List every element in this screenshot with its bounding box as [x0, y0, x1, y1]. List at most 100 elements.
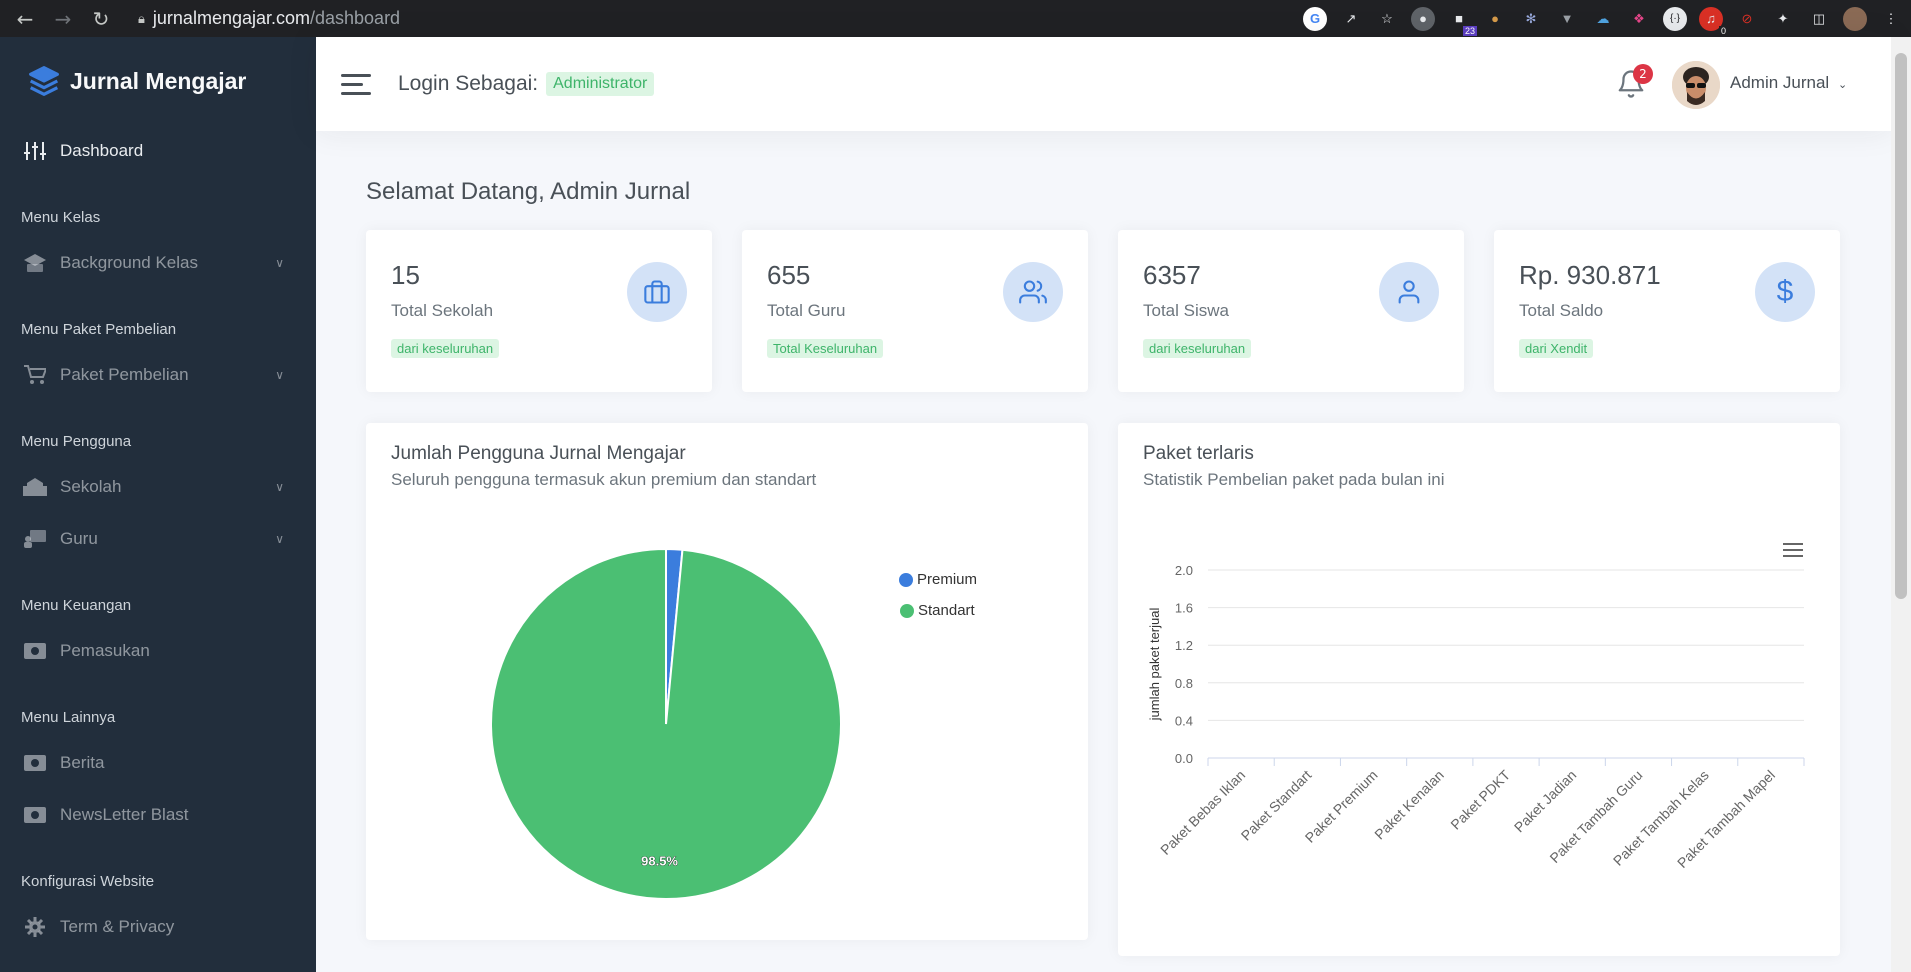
packages-chart-panel: Paket terlaris Statistik Pembelian paket… [1118, 423, 1840, 956]
sidebar-section-header: Konfigurasi Website [21, 873, 155, 890]
user-icon [1379, 262, 1439, 322]
stat-badge: dari Xendit [1519, 339, 1594, 358]
hidden-eye-extension-icon[interactable]: ⊘ [1735, 7, 1759, 31]
bookmark-star-icon[interactable]: ☆ [1375, 7, 1399, 31]
lock-icon[interactable]: 🔒︎ [138, 11, 145, 27]
money-icon [22, 643, 48, 659]
notification-count-badge: 2 [1633, 64, 1653, 84]
hamburger-menu-icon[interactable] [1783, 543, 1803, 557]
cart-icon [22, 365, 48, 385]
extensions-bar: G ↗ ☆ ● ■ 23 ● ✻ ▼ ☁ ❖ {·} ♫ 0 ⊘ ✦ ◫ ⋮ [1303, 0, 1903, 37]
react-extension-icon[interactable]: ✻ [1519, 7, 1543, 31]
page-title: Selamat Datang, Admin Jurnal [366, 178, 691, 205]
pdf-badge: 0 [1718, 25, 1728, 36]
stat-card: 6357 Total Siswa dari keseluruhan [1118, 230, 1464, 392]
browser-toolbar: ← → ↻ 🔒︎ jurnalmengajar.com/dashboard G … [0, 0, 1911, 37]
chevron-down-icon: ∨ [275, 532, 284, 546]
legend-item-premium[interactable]: Premium [899, 571, 977, 588]
stat-card: 15 Total Sekolah dari keseluruhan [366, 230, 712, 392]
sidebar-section-header: Menu Lainnya [21, 709, 116, 726]
user-menu[interactable]: Admin Jurnal ⌄ [1730, 73, 1847, 93]
stat-card: Rp. 930.871 Total Saldo dari Xendit $ [1494, 230, 1840, 392]
browser-menu-icon[interactable]: ⋮ [1879, 7, 1903, 31]
pdf-extension-icon[interactable]: ♫ 0 [1699, 6, 1728, 36]
chevron-down-icon: ⌄ [1837, 79, 1848, 91]
brand[interactable]: Jurnal Mengajar [0, 37, 316, 125]
y-tick-label: 0.8 [1175, 676, 1193, 691]
share-icon[interactable]: ↗ [1339, 7, 1363, 31]
sidebar-item-paket-pembelian[interactable]: Paket Pembelian ∨ [0, 349, 316, 401]
legend-dot [899, 572, 913, 587]
stat-label: Total Sekolah [391, 301, 494, 320]
sidebar: Jurnal Mengajar Dashboard Menu Kelas Back… [0, 37, 316, 972]
url-path: /dashboard [310, 8, 401, 28]
stat-badge: dari keseluruhan [1143, 339, 1252, 358]
user-name: Admin Jurnal [1730, 73, 1830, 92]
school-icon [22, 478, 48, 496]
main-content: Selamat Datang, Admin Jurnal 15 Total Sek… [316, 131, 1891, 972]
users-chart-panel: Jumlah Pengguna Jurnal Mengajar Seluruh … [366, 423, 1088, 940]
sidebar-item-label: Sekolah [60, 477, 122, 496]
pie-slice-standart[interactable] [490, 547, 842, 900]
calendar-extension-icon[interactable]: ■ 23 [1447, 7, 1477, 36]
back-icon[interactable]: ← [6, 7, 44, 31]
pie-chart: 98.5% [490, 547, 842, 900]
layers-icon [29, 66, 59, 96]
teacher-icon [22, 530, 48, 548]
chevron-down-icon: ∨ [275, 368, 284, 382]
globe-extension-icon[interactable]: ● [1411, 6, 1435, 31]
sidebar-item-newsletter-blast[interactable]: NewsLetter Blast [0, 789, 316, 841]
sidebar-item-label: Dashboard [60, 141, 144, 160]
chevron-down-icon: ∨ [275, 480, 284, 494]
vue-extension-icon[interactable]: ▼ [1555, 7, 1579, 31]
money-icon [22, 755, 48, 771]
avatar[interactable] [1672, 61, 1720, 109]
brand-name: Jurnal Mengajar [70, 67, 247, 94]
dev-extension-icon[interactable]: {·} [1663, 6, 1687, 31]
forward-icon[interactable]: → [44, 7, 82, 31]
address-bar[interactable]: 🔒︎ jurnalmengajar.com/dashboard [126, 4, 1326, 34]
google-icon[interactable]: G [1303, 6, 1327, 31]
sidebar-item-pemasukan[interactable]: Pemasukan [0, 625, 316, 677]
y-axis-label: jumlah paket terjual [1147, 608, 1162, 722]
sidebar-toggle-icon[interactable] [341, 68, 371, 101]
dollar-icon: $ [1755, 262, 1815, 322]
legend-item-standart[interactable]: Standart [900, 602, 975, 619]
sidepanel-icon[interactable]: ◫ [1807, 7, 1831, 31]
profile-avatar-icon[interactable] [1843, 6, 1867, 31]
stat-label: Total Saldo [1519, 301, 1604, 320]
sidebar-item-label: Term & Privacy [60, 917, 175, 936]
cloud-extension-icon[interactable]: ☁ [1591, 7, 1615, 31]
sidebar-item-term-privacy[interactable]: Term & Privacy [0, 901, 316, 953]
scrollbar-thumb[interactable] [1895, 53, 1907, 599]
page-scrollbar[interactable] [1891, 37, 1911, 972]
y-tick-label: 1.2 [1175, 638, 1193, 653]
sidebar-item-label: Guru [60, 529, 98, 548]
class-icon [22, 254, 48, 272]
sidebar-section-header: Menu Paket Pembelian [21, 321, 177, 338]
stat-value: 15 [391, 260, 420, 290]
stat-badge: Total Keseluruhan [767, 339, 884, 358]
sidebar-item-guru[interactable]: Guru ∨ [0, 513, 316, 565]
y-tick-label: 0.4 [1175, 713, 1193, 728]
sidebar-item-background-kelas[interactable]: Background Kelas ∨ [0, 237, 316, 289]
sidebar-item-label: Paket Pembelian [60, 365, 189, 384]
sidebar-item-sekolah[interactable]: Sekolah ∨ [0, 461, 316, 513]
legend-dot [900, 603, 914, 618]
y-tick-label: 2.0 [1175, 563, 1193, 578]
url-host: jurnalmengajar.com [152, 8, 310, 28]
chevron-down-icon: ∨ [275, 256, 284, 270]
sidebar-item-dashboard[interactable]: Dashboard [0, 125, 316, 177]
cookie-extension-icon[interactable]: ● [1483, 7, 1507, 31]
reload-icon[interactable]: ↻ [82, 7, 120, 31]
sidebar-item-label: NewsLetter Blast [60, 805, 189, 824]
x-tick-label: Paket Bebas Iklan [1157, 767, 1248, 858]
y-tick-label: 0.0 [1175, 751, 1193, 766]
sidebar-item-berita[interactable]: Berita [0, 737, 316, 789]
sidebar-section-header: Menu Kelas [21, 209, 101, 226]
sidebar-item-label: Berita [60, 753, 105, 772]
extensions-puzzle-icon[interactable]: ✦ [1771, 7, 1795, 31]
sliders-icon [22, 141, 48, 161]
colorpicker-extension-icon[interactable]: ❖ [1627, 7, 1651, 31]
sidebar-item-label: Background Kelas [60, 253, 198, 272]
